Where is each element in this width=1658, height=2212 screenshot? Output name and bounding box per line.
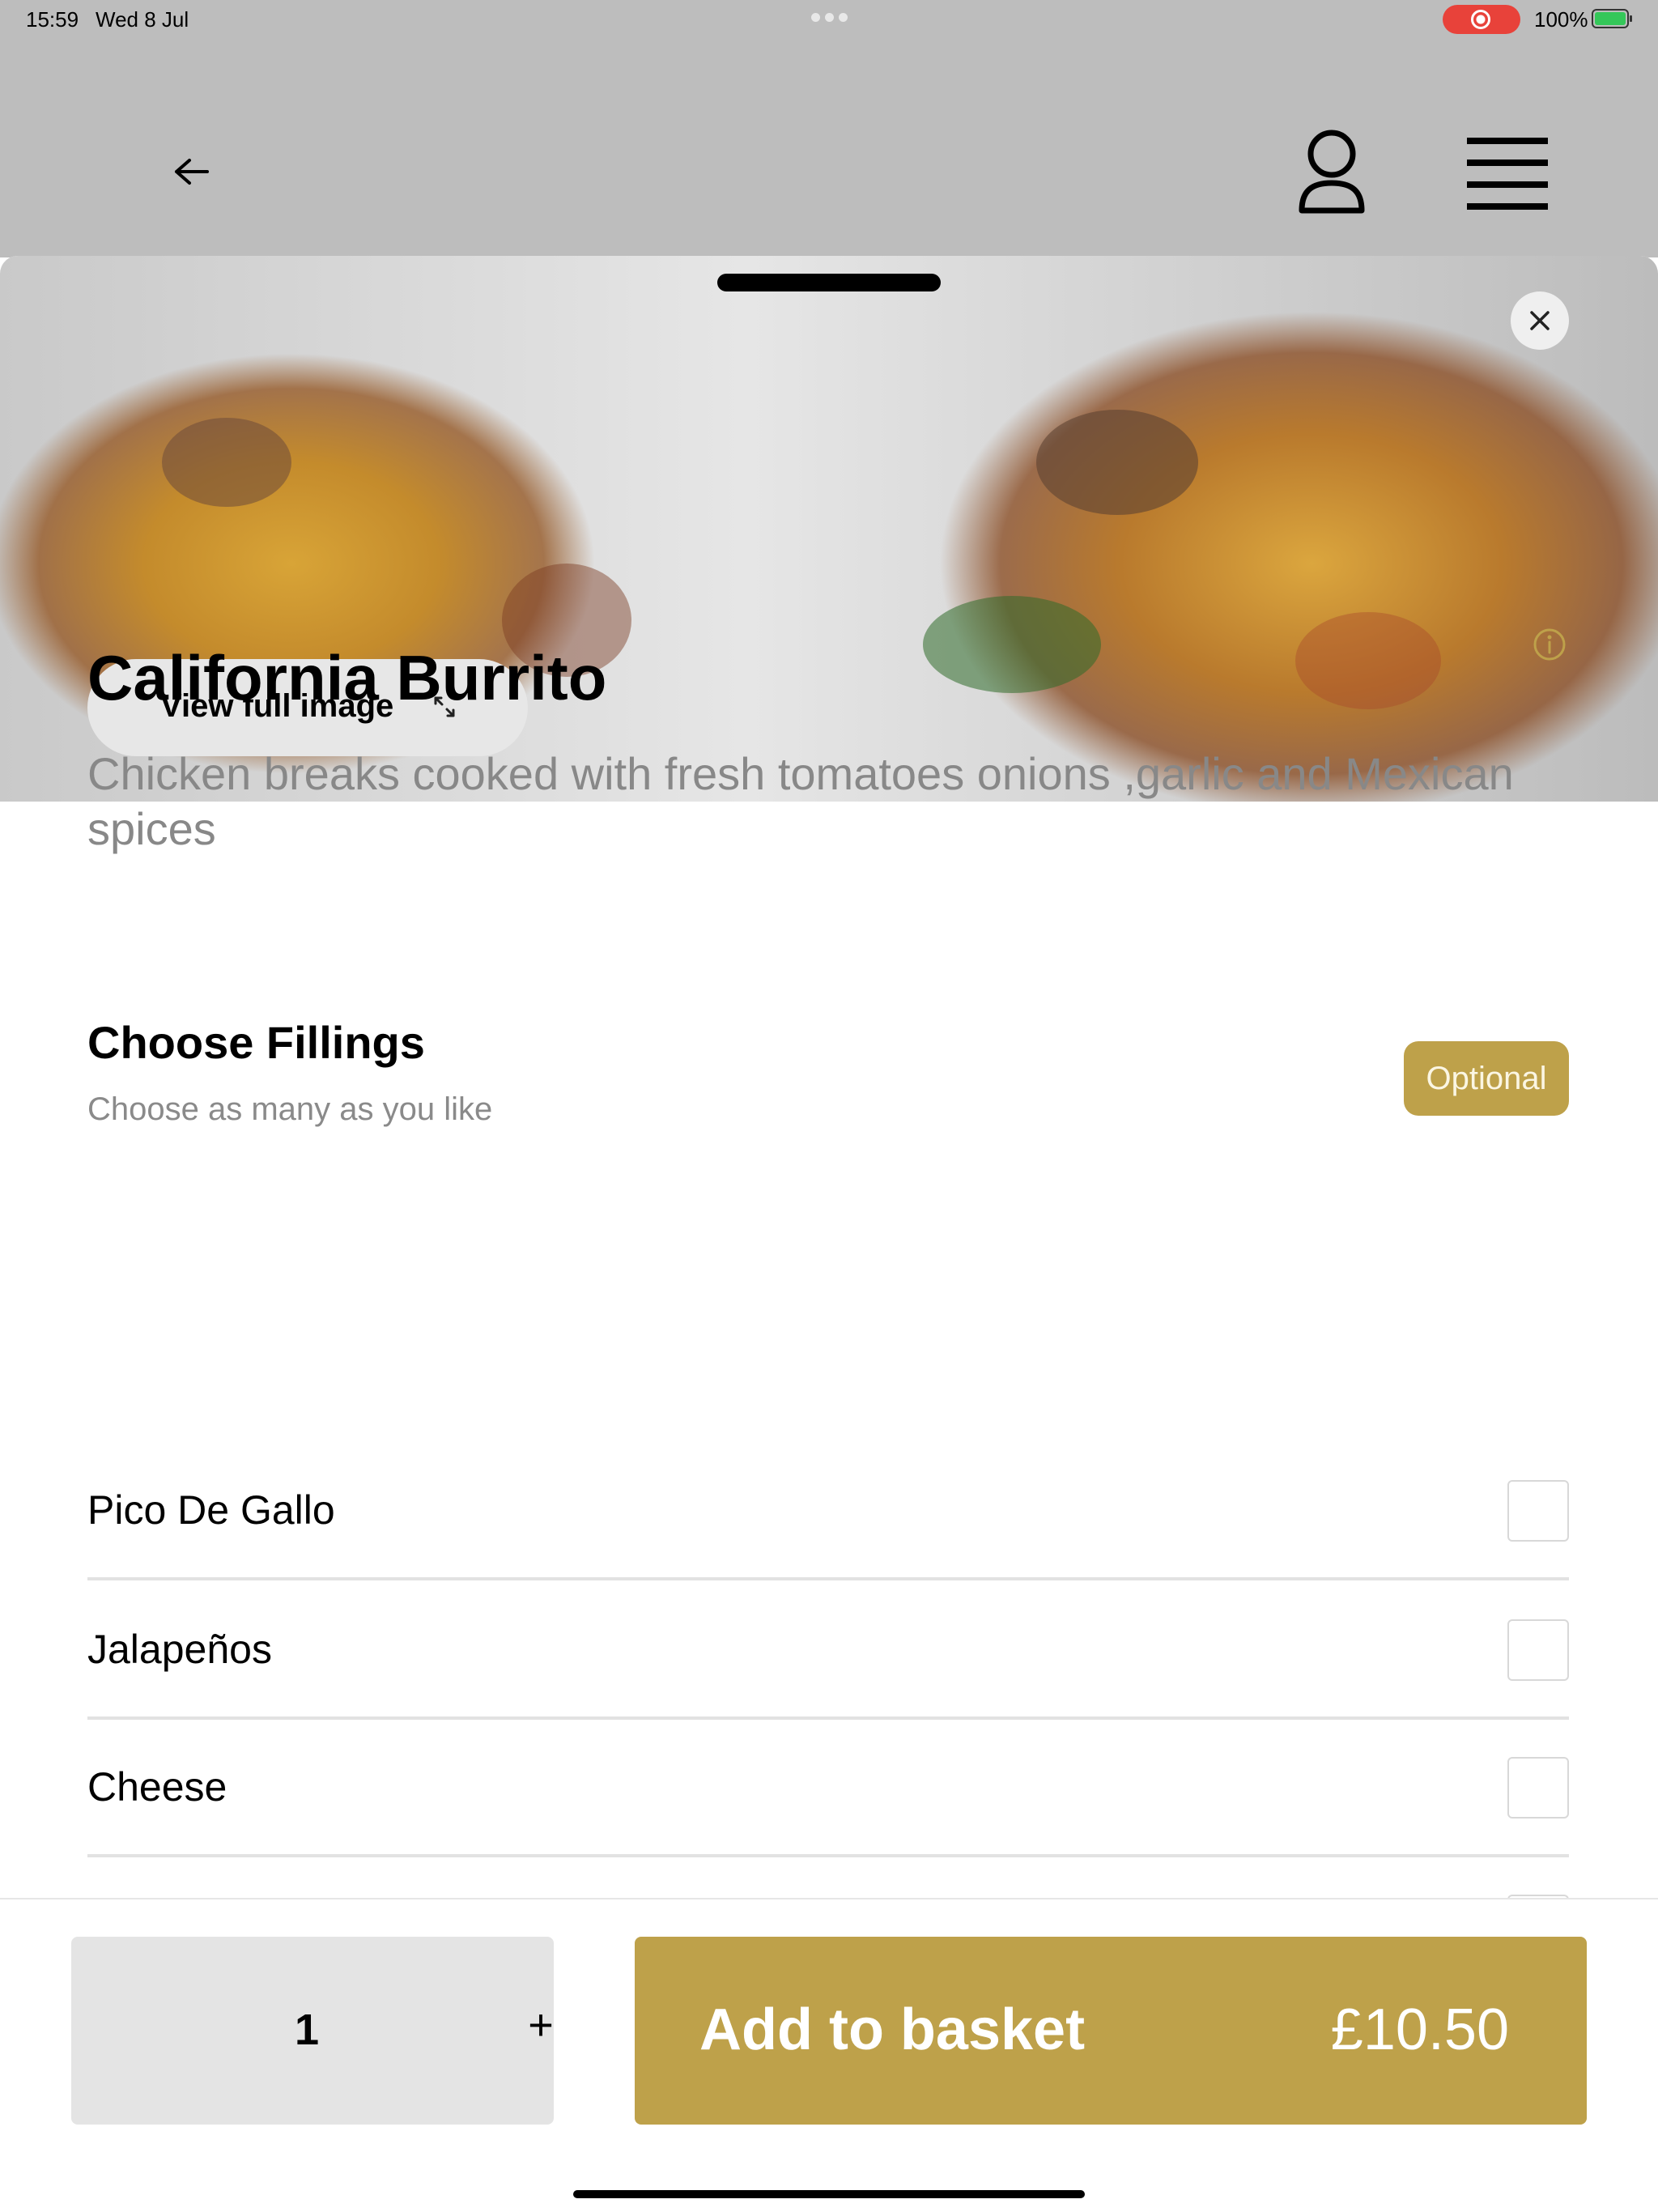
item-description: Chicken breaks cooked with fresh tomatoe… (87, 748, 1514, 854)
filling-option-label: Jalapeños (87, 1627, 272, 1672)
quantity-stepper: 1 + (71, 1937, 554, 2125)
filling-option-label: Pico De Gallo (87, 1487, 335, 1533)
add-to-basket-label: Add to basket (699, 1997, 1086, 2062)
basket-footer: 1 + Add to basket £10.50 (0, 1898, 1658, 2212)
arrow-left-icon (175, 159, 209, 185)
multitasking-dots-icon[interactable] (811, 13, 848, 22)
menu-button[interactable] (1467, 136, 1548, 210)
filling-checkbox[interactable] (1507, 1619, 1569, 1681)
item-price: £10.50 (1330, 1997, 1509, 2062)
image-detail (162, 418, 291, 507)
item-image: View full image (0, 256, 1658, 802)
image-detail (923, 596, 1101, 693)
fillings-section-subtitle: Choose as many as you like (87, 1091, 493, 1127)
info-icon[interactable] (1532, 627, 1567, 662)
status-time: 15:59 (26, 7, 79, 32)
filling-option-pico-de-gallo[interactable]: Pico De Gallo (87, 1441, 1569, 1580)
add-to-basket-button[interactable]: Add to basket £10.50 (635, 1937, 1587, 2125)
filling-checkbox[interactable] (1507, 1480, 1569, 1542)
filling-checkbox[interactable] (1507, 1757, 1569, 1819)
status-date: Wed 8 Jul (96, 7, 189, 32)
status-bar: 15:59 Wed 8 Jul 100% (0, 0, 1658, 39)
fillings-section-title: Choose Fillings (87, 1017, 425, 1068)
account-button[interactable] (1295, 128, 1368, 217)
close-icon (1530, 311, 1550, 330)
filling-option-label: Cheese (87, 1764, 227, 1810)
back-button[interactable] (170, 154, 227, 189)
user-icon (1299, 130, 1365, 214)
filling-option-jalapenos[interactable]: Jalapeños (87, 1580, 1569, 1720)
image-detail (1295, 612, 1441, 709)
sheet-grabber[interactable] (717, 274, 941, 291)
battery-icon (1592, 9, 1632, 28)
item-title: California Burrito (87, 642, 607, 713)
filling-option-cheese[interactable]: Cheese (87, 1718, 1569, 1857)
increase-quantity-button[interactable]: + (521, 2000, 560, 2050)
close-button[interactable] (1511, 291, 1569, 350)
battery-percent: 100% (1534, 7, 1588, 32)
screen-recording-icon[interactable] (1443, 5, 1520, 34)
image-detail (1036, 410, 1198, 515)
optional-badge: Optional (1404, 1041, 1569, 1116)
quantity-value: 1 (295, 2006, 320, 2054)
home-indicator[interactable] (573, 2190, 1085, 2198)
